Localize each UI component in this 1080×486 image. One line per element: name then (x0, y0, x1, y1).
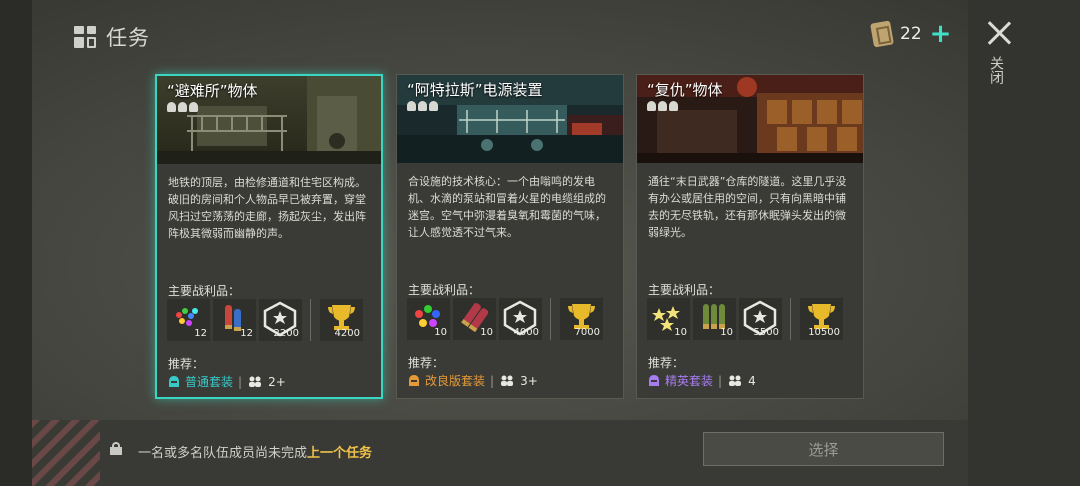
lock-message-text: 一名或多名队伍成员尚未完成 (138, 446, 308, 461)
loot-qty: 10 (674, 327, 687, 338)
loot-slot-gems[interactable]: 10 (407, 298, 450, 340)
mission-description: 通往“末日武器”仓库的隧道。这里几乎没有办公或居住用的空间，只有向黑暗中铺去的无… (648, 175, 847, 239)
loot-slot-ammo[interactable]: 10 (453, 298, 496, 340)
lock-message: 一名或多名队伍成员尚未完成上一个任务 (138, 442, 372, 461)
squad-size: 4 (748, 373, 756, 388)
loot-qty: 2200 (273, 328, 299, 339)
gear-tier: 普通套装 (185, 375, 234, 389)
loot-qty: 12 (240, 328, 253, 339)
skull-icon (647, 101, 656, 111)
recommend-row: 精英套装 | 4 (648, 372, 756, 389)
mission-card-atlas[interactable]: “阿特拉斯”电源装置 合设施的技术核心：一个由嗡鸣的发电机、水滴的泵站和冒着火星… (396, 74, 624, 399)
persons-icon (249, 376, 262, 387)
persons-icon (501, 375, 514, 386)
separator: | (718, 373, 723, 388)
loot-divider (310, 299, 311, 341)
mission-description: 合设施的技术核心：一个由嗡鸣的发电机、水滴的泵站和冒着火星的电缆组成的迷宫。空气… (408, 175, 606, 239)
skull-icon (178, 102, 187, 112)
loot-qty: 4000 (513, 327, 539, 338)
helmet-icon (169, 376, 179, 387)
loot-label: 主要战利品： (408, 283, 481, 297)
helmet-icon (409, 375, 419, 386)
mission-description: 地铁的顶层，由检修通道和住宅区构成。破旧的房间和个人物品早已被弃置，穿堂风扫过空… (168, 176, 366, 240)
mission-image-shelter: “避难所”物体 (157, 76, 381, 164)
recommend-row: 改良版套装 | 3+ (408, 372, 538, 389)
mission-card-revenge[interactable]: “复仇”物体 通往“末日武器”仓库的隧道。这里几乎没有办公或居住用的空间，只有向… (636, 74, 864, 399)
recommend-label: 推荐： (648, 356, 685, 370)
helmet-icon (649, 375, 659, 386)
skull-icon (418, 101, 427, 111)
skull-icon (189, 102, 198, 112)
ticket-icon (870, 20, 894, 48)
loot-row: 10 10 5500 10500 (647, 298, 843, 340)
add-ticket-button[interactable]: + (930, 21, 952, 47)
loot-slot-ammo[interactable]: 12 (213, 299, 256, 341)
mission-image-revenge: “复仇”物体 (637, 75, 863, 163)
loot-qty: 7000 (574, 327, 600, 338)
loot-slot-rank[interactable]: 4000 (499, 298, 542, 340)
persons-icon (729, 375, 742, 386)
mission-title: “复仇”物体 (647, 81, 723, 99)
loot-slot-ammo[interactable]: 10 (693, 298, 736, 340)
ticket-counter[interactable]: 22 + (870, 20, 952, 48)
loot-label: 主要战利品： (168, 284, 241, 298)
loot-divider (790, 298, 791, 340)
previous-mission-link[interactable]: 上一个任务 (307, 446, 372, 461)
difficulty-skulls (647, 101, 678, 111)
loot-row: 10 10 4000 7000 (407, 298, 603, 340)
page-header: 任务 (74, 22, 150, 52)
gear-tier: 精英套装 (665, 374, 714, 388)
loot-slot-stars[interactable]: 10 (647, 298, 690, 340)
loot-label: 主要战利品： (648, 283, 721, 297)
recommend-label: 推荐： (408, 356, 445, 370)
loot-qty: 10 (480, 327, 493, 338)
difficulty-skulls (407, 101, 438, 111)
mission-image-atlas: “阿特拉斯”电源装置 (397, 75, 623, 163)
select-button[interactable]: 选择 (703, 432, 944, 466)
loot-slot-rank[interactable]: 5500 (739, 298, 782, 340)
loot-slot-trophy[interactable]: 10500 (800, 298, 843, 340)
grid-icon (74, 26, 96, 48)
close-label[interactable]: 关闭 (988, 56, 1006, 84)
left-edge (0, 0, 32, 486)
lock-icon (110, 442, 122, 455)
loot-divider (550, 298, 551, 340)
loot-slot-gems[interactable]: 12 (167, 299, 210, 341)
squad-size: 3+ (520, 373, 538, 388)
ticket-count: 22 (900, 24, 922, 44)
separator: | (490, 373, 495, 388)
skull-icon (669, 101, 678, 111)
separator: | (238, 374, 243, 389)
loot-qty: 10 (434, 327, 447, 338)
skull-icon (429, 101, 438, 111)
loot-qty: 5500 (753, 327, 779, 338)
right-edge (968, 0, 1080, 486)
skull-icon (658, 101, 667, 111)
loot-qty: 4200 (334, 328, 360, 339)
close-icon[interactable] (986, 20, 1012, 46)
loot-slot-rank[interactable]: 2200 (259, 299, 302, 341)
loot-qty: 10500 (808, 327, 840, 338)
loot-qty: 12 (194, 328, 207, 339)
loot-slot-trophy[interactable]: 4200 (320, 299, 363, 341)
squad-size: 2+ (268, 374, 286, 389)
skull-icon (407, 101, 416, 111)
difficulty-skulls (167, 102, 198, 112)
recommend-row: 普通套装 | 2+ (168, 373, 286, 390)
mission-title: “阿特拉斯”电源装置 (407, 81, 543, 99)
loot-qty: 10 (720, 327, 733, 338)
loot-row: 12 12 2200 4200 (167, 299, 363, 341)
recommend-label: 推荐： (168, 357, 205, 371)
mission-card-shelter[interactable]: “避难所”物体 地铁的顶层，由检修通道和住宅区构成。破旧的房间和个人物品早已被弃… (155, 74, 383, 399)
skull-icon (167, 102, 176, 112)
loot-slot-trophy[interactable]: 7000 (560, 298, 603, 340)
page-title: 任务 (106, 26, 150, 50)
gear-tier: 改良版套装 (425, 374, 486, 388)
mission-title: “避难所”物体 (167, 82, 258, 100)
